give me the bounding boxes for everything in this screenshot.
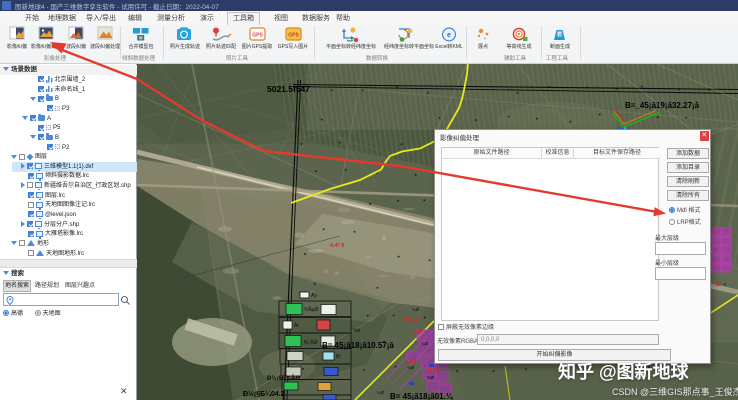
- svg-text:GPS: GPS: [288, 32, 299, 38]
- svg-text:¼Ø: ¼Ø: [377, 390, 385, 395]
- svg-text:¾Ø: ¾Ø: [407, 365, 415, 370]
- svg-text:B¦: B¦: [336, 354, 341, 360]
- svg-text:5021.5f547: 5021.5f547: [267, 84, 310, 94]
- svg-text:Åý: Åý: [311, 292, 317, 299]
- svg-text:¾ø: ¾ø: [353, 328, 360, 334]
- svg-text:Đ½¡§Б¼04.2: Đ½¡§Б¼04.2: [243, 390, 285, 398]
- svg-text:B= 45¡ā18¡ā10.57¡ā: B= 45¡ā18¡ā10.57¡ā: [322, 341, 394, 350]
- svg-text:B=_45¡ā19¡ā32.27¡ā: B=_45¡ā19¡ā32.27¡ā: [625, 101, 700, 110]
- svg-text:B= 45¡ā18¡ā01.¼: B= 45¡ā18¡ā01.¼: [390, 392, 454, 400]
- svg-text:¾Ø: ¾Ø: [712, 281, 722, 288]
- svg-text:¾Ø: ¾Ø: [427, 375, 435, 380]
- svg-text:E-21: E-21: [428, 368, 440, 374]
- svg-text:GPS: GPS: [252, 32, 263, 38]
- svg-text:4.4° 6: 4.4° 6: [330, 243, 344, 249]
- svg-text:¾ÅµØ: ¾ÅµØ: [304, 306, 318, 313]
- svg-text:Är: Är: [294, 322, 299, 329]
- svg-text:135.48: 135.48: [403, 318, 420, 324]
- svg-text:2° 6: 2° 6: [618, 104, 627, 109]
- svg-text:N¦ ÄØ: N¦ ÄØ: [304, 339, 318, 346]
- svg-text:¾Ø: ¾Ø: [421, 341, 429, 346]
- svg-text:¾Ø: ¾Ø: [412, 307, 420, 312]
- svg-text:e: e: [447, 32, 451, 39]
- svg-text:E-49: E-49: [411, 329, 423, 335]
- svg-text:Đ½¡§Б¼ÅƟ: Đ½¡§Б¼ÅƟ: [267, 375, 300, 382]
